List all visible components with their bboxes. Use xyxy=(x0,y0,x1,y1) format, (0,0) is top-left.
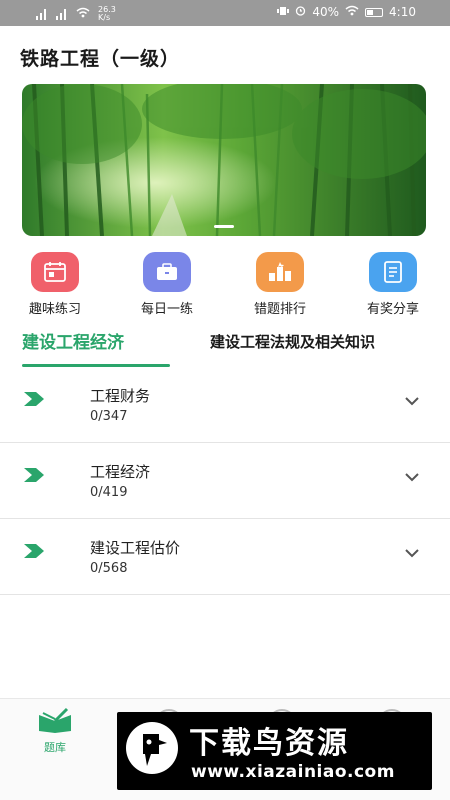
subject-name: 建设工程估价 xyxy=(90,539,181,557)
nav-label: 题库 xyxy=(44,741,66,754)
banner-carousel[interactable] xyxy=(22,84,426,236)
list-item[interactable]: 建设工程估价 0/568 xyxy=(0,519,450,595)
wifi-icon xyxy=(76,7,90,21)
status-right: 40% 4:10 xyxy=(277,5,416,19)
network-speed: 26.3 K/s xyxy=(98,5,116,22)
briefcase-icon xyxy=(143,252,191,292)
subject-name: 工程经济 xyxy=(90,463,151,481)
list-item[interactable]: 工程经济 0/419 xyxy=(0,443,450,519)
quick-action-daily-practice[interactable]: 每日一练 xyxy=(122,252,212,317)
signal-icon xyxy=(36,8,50,20)
chevron-down-icon[interactable] xyxy=(404,391,420,410)
watermark-banner: 下载鸟资源 www.xiazainiao.com xyxy=(117,712,432,790)
quick-action-reward-share[interactable]: 有奖分享 xyxy=(348,252,438,317)
subject-name: 工程财务 xyxy=(90,387,151,405)
chevron-right-icon xyxy=(24,467,46,486)
subject-progress: 0/419 xyxy=(90,485,128,500)
list-item[interactable]: 工程财务 0/347 xyxy=(0,367,450,443)
watermark-title: 下载鸟资源 xyxy=(189,726,349,761)
tab-construction-regulations[interactable]: 建设工程法规及相关知识 xyxy=(210,331,375,352)
status-bar: 26.3 K/s 40% 4:10 xyxy=(0,0,450,26)
nav-item-question-bank[interactable]: 题库 xyxy=(20,707,90,755)
bamboo-forest-image xyxy=(22,84,426,236)
clock: 4:10 xyxy=(389,5,416,19)
chevron-right-icon xyxy=(24,391,46,410)
quick-action-label: 有奖分享 xyxy=(366,302,419,317)
carousel-indicator[interactable] xyxy=(214,225,234,228)
bird-logo-icon xyxy=(125,720,179,782)
book-icon xyxy=(369,252,417,292)
wifi-icon xyxy=(345,5,359,19)
signal-icon xyxy=(56,8,70,20)
chevron-down-icon[interactable] xyxy=(404,467,420,486)
subject-progress: 0/347 xyxy=(90,409,128,424)
ranking-icon xyxy=(256,252,304,292)
chevron-down-icon[interactable] xyxy=(404,543,420,562)
subject-progress: 0/568 xyxy=(90,561,128,576)
quick-action-label: 错题排行 xyxy=(253,302,306,317)
quick-action-label: 趣味练习 xyxy=(28,302,81,317)
open-book-icon xyxy=(37,707,73,737)
tab-construction-economics[interactable]: 建设工程经济 xyxy=(22,328,124,353)
alarm-icon xyxy=(295,5,306,19)
quick-action-fun-practice[interactable]: 趣味练习 xyxy=(10,252,100,317)
status-left: 26.3 K/s xyxy=(36,6,116,22)
page-title: 铁路工程（一级） xyxy=(20,48,181,70)
battery-percent: 40% xyxy=(312,5,340,19)
calendar-icon xyxy=(31,252,79,292)
watermark-url: www.xiazainiao.com xyxy=(191,762,395,782)
battery-icon xyxy=(365,7,384,17)
quick-action-wrong-ranking[interactable]: 错题排行 xyxy=(235,252,325,317)
chevron-right-icon xyxy=(24,543,46,562)
quick-action-label: 每日一练 xyxy=(140,302,193,317)
vibrate-icon xyxy=(277,5,290,19)
